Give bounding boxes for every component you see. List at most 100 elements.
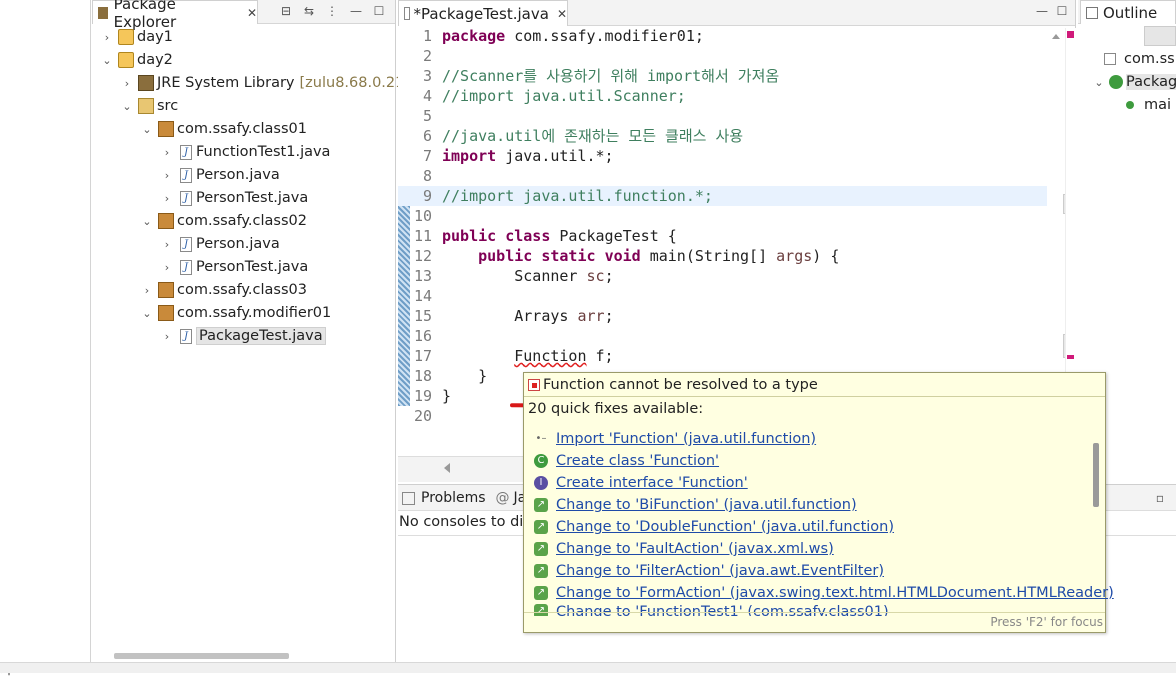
quick-fix-hover: Function cannot be resolved to a type 20…	[523, 372, 1114, 633]
quick-fix-link[interactable]: Create class 'Function'	[556, 453, 719, 469]
chevron-down-icon[interactable]: ⌄	[1092, 76, 1106, 89]
chevron-down-icon[interactable]: ⌄	[140, 215, 154, 228]
chevron-right-icon[interactable]: ›	[160, 330, 174, 343]
code-line[interactable]: 5	[398, 106, 1058, 126]
code-line[interactable]: 10	[398, 206, 1058, 226]
quick-fix-item[interactable]: ↗ Change to 'FilterAction' (java.awt.Even…	[534, 560, 884, 582]
import-icon: •–	[535, 433, 547, 444]
quick-fix-link[interactable]: Create interface 'Function'	[556, 475, 748, 491]
tree-item[interactable]: ⌄ src	[120, 95, 178, 117]
maximize-icon[interactable]: ☐	[1054, 3, 1070, 19]
code-line[interactable]: 3 //Scanner를 사용하기 위해 import해서 가져옴	[398, 66, 1058, 86]
code-line[interactable]: 7 import java.util.*;	[398, 146, 1058, 166]
outline-item-method[interactable]: mai	[1126, 94, 1171, 116]
view-menu-icon[interactable]: ⋮	[324, 3, 340, 19]
chevron-down-icon[interactable]: ⌄	[140, 307, 154, 320]
code-line[interactable]: 8	[398, 166, 1058, 186]
code-line[interactable]: 11 public class PackageTest {	[398, 226, 1058, 246]
code-line[interactable]: 6 //java.util에 존재하는 모든 클래스 사용	[398, 126, 1058, 146]
line-number: 14	[413, 287, 432, 305]
chevron-right-icon[interactable]: ›	[100, 31, 114, 44]
error-line-marker[interactable]	[1067, 355, 1074, 359]
maximize-icon[interactable]: ☐	[371, 3, 387, 19]
quick-fix-link[interactable]: Change to 'BiFunction' (java.util.functi…	[556, 497, 857, 513]
tree-item[interactable]: › J PackageTest.java	[160, 325, 326, 347]
code-line[interactable]: 12 public static void main(String[] args…	[398, 246, 1058, 266]
tree-item[interactable]: › J Person.java	[160, 233, 280, 255]
tree-item[interactable]: ⌄ com.ssafy.modifier01	[140, 302, 331, 324]
line-number: 11	[413, 227, 432, 245]
chevron-right-icon[interactable]: ›	[120, 77, 134, 90]
chevron-right-icon[interactable]: ›	[160, 261, 174, 274]
tree-item[interactable]: › JRE System Library [zulu8.68.0.21-ca	[120, 72, 426, 94]
code-line[interactable]: 1 package com.ssafy.modifier01;	[398, 26, 1058, 46]
java-file-icon: J	[180, 328, 192, 344]
quick-fix-link[interactable]: Change to 'FormAction' (javax.swing.text…	[556, 585, 1114, 601]
quick-fix-item[interactable]: C Create class 'Function'	[534, 450, 719, 472]
scroll-left-icon[interactable]	[444, 463, 450, 473]
close-icon[interactable]: ✕	[557, 7, 567, 21]
chevron-right-icon[interactable]: ›	[140, 284, 154, 297]
outline-item-label: com.ss	[1124, 51, 1175, 67]
chevron-right-icon[interactable]: ›	[160, 192, 174, 205]
tree-item[interactable]: › J PersonTest.java	[160, 187, 308, 209]
code-line[interactable]: 14	[398, 286, 1058, 306]
chevron-down-icon[interactable]: ⌄	[100, 54, 114, 67]
line-number: 9	[422, 187, 432, 205]
quick-fix-link[interactable]: Change to 'DoubleFunction' (java.util.fu…	[556, 519, 894, 535]
code-line[interactable]: 2	[398, 46, 1058, 66]
tree-item[interactable]: › J Person.java	[160, 164, 280, 186]
close-icon[interactable]: ✕	[247, 6, 257, 20]
minimize-icon[interactable]: —	[1034, 3, 1050, 19]
quick-fix-item[interactable]: ↗ Change to 'DoubleFunction' (java.util.f…	[534, 516, 894, 538]
tab-packagetest-java[interactable]: *PackageTest.java ✕	[398, 0, 568, 26]
chevron-right-icon[interactable]: ›	[160, 146, 174, 159]
tree-item[interactable]: › J FunctionTest1.java	[160, 141, 331, 163]
tab-problems[interactable]: Problems @ Ja	[398, 485, 526, 511]
quick-fix-link[interactable]: Change to 'FaultAction' (javax.xml.ws)	[556, 541, 834, 557]
scroll-up-icon[interactable]	[1052, 34, 1060, 39]
chevron-down-icon[interactable]: ⌄	[120, 100, 134, 113]
chevron-right-icon[interactable]: ›	[160, 169, 174, 182]
code-line[interactable]: 16	[398, 326, 1058, 346]
change-icon: ↗	[534, 520, 548, 534]
code-line[interactable]: 4 //import java.util.Scanner;	[398, 86, 1058, 106]
quick-fix-item[interactable]: •– Import 'Function' (java.util.function)	[534, 428, 817, 450]
quick-fix-link[interactable]: Import 'Function' (java.util.function)	[556, 431, 816, 447]
tree-item[interactable]: ⌄ day2	[100, 49, 173, 71]
collapse-all-icon[interactable]: ⊟	[278, 3, 294, 19]
code-line[interactable]: 13 Scanner sc;	[398, 266, 1058, 286]
minimize-icon[interactable]: —	[348, 3, 364, 19]
tree-item[interactable]: ⌄ com.ssafy.class01	[140, 118, 307, 140]
tab-package-explorer[interactable]: Package Explorer ✕	[92, 0, 258, 31]
chevron-right-icon[interactable]: ›	[160, 238, 174, 251]
tab-outline[interactable]: Outline	[1080, 0, 1176, 24]
error-marker-icon[interactable]	[1067, 31, 1074, 38]
tree-item-label: day1	[137, 29, 173, 45]
tree-item[interactable]: › com.ssafy.class03	[140, 279, 307, 301]
quick-fix-link[interactable]: Change to 'FilterAction' (java.awt.Event…	[556, 563, 884, 579]
quick-fix-item[interactable]: I Create interface 'Function'	[534, 472, 748, 494]
quick-fix-item[interactable]: ↗ Change to 'FaultAction' (javax.xml.ws)	[534, 538, 834, 560]
tree-item[interactable]: › J PersonTest.java	[160, 256, 308, 278]
quick-fix-item[interactable]: ↗ Change to 'FormAction' (javax.swing.tex…	[534, 582, 1114, 604]
outline-item-import[interactable]: com.ss	[1104, 48, 1175, 70]
code-line[interactable]: 9 //import java.util.function.*;	[398, 186, 1058, 206]
package-explorer-view: Package Explorer ✕ ⊟ ⇆ ⋮ — ☐ › day1 ⌄ day2 ›…	[92, 0, 426, 662]
chevron-down-icon[interactable]: ⌄	[140, 123, 154, 136]
link-with-editor-icon[interactable]: ⇆	[301, 3, 317, 19]
method-icon	[1126, 101, 1134, 109]
popup-scroll-thumb[interactable]	[1093, 443, 1099, 507]
panel-menu-icon[interactable]: ▫	[1152, 490, 1168, 506]
tree-item[interactable]: ⌄ com.ssafy.class02	[140, 210, 307, 232]
horizontal-scrollbar[interactable]	[114, 653, 289, 659]
outline-toolbar[interactable]	[1144, 26, 1176, 46]
tree-item-label: com.ssafy.class01	[177, 121, 307, 137]
outline-item-class[interactable]: ⌄ Packag	[1092, 71, 1176, 93]
code-line[interactable]: 15 Arrays arr;	[398, 306, 1058, 326]
error-icon	[528, 378, 540, 391]
code-line[interactable]: 17 Function f;	[398, 346, 1058, 366]
quick-fix-item[interactable]: ↗ Change to 'BiFunction' (java.util.funct…	[534, 494, 857, 516]
package-explorer-icon	[98, 6, 108, 19]
tree-item[interactable]: › day1	[100, 26, 173, 48]
